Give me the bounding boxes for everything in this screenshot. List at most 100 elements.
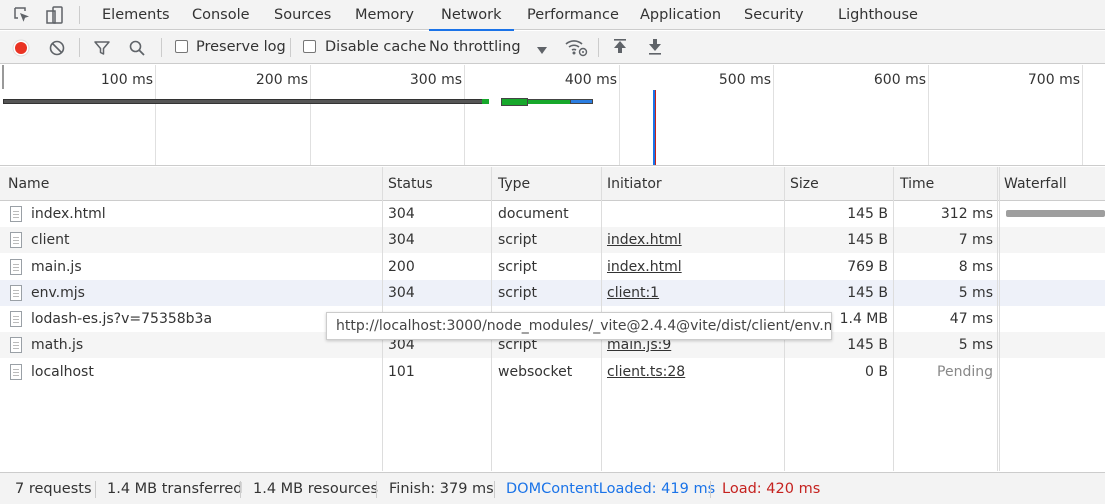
filter-icon[interactable] (93, 39, 111, 61)
preserve-log-checkbox[interactable] (175, 40, 188, 53)
transferred-size: 1.4 MB transferred (107, 481, 243, 497)
load-marker (655, 90, 656, 165)
file-icon (10, 364, 22, 380)
file-icon (10, 285, 22, 301)
request-size: 145 B (847, 206, 888, 222)
tick-label: 100 ms (100, 72, 153, 88)
table-row[interactable]: index.html 304 document 145 B 312 ms (0, 201, 1000, 227)
overview-request-bar (501, 98, 528, 106)
request-initiator[interactable]: index.html (607, 227, 682, 253)
request-name: main.js (31, 259, 82, 275)
overview-request-bar (570, 99, 593, 104)
search-icon[interactable] (128, 39, 146, 61)
file-icon (10, 337, 22, 353)
upload-icon[interactable] (612, 38, 628, 60)
waterfall-row-stripe (1000, 332, 1105, 358)
table-row[interactable]: main.js 200 script index.html 769 B 8 ms (0, 254, 1000, 280)
request-initiator[interactable]: client.ts:28 (607, 359, 685, 385)
tab-lighthouse[interactable]: Lighthouse (838, 0, 918, 30)
overview-request-bar (482, 99, 489, 104)
status-divider (95, 481, 96, 498)
request-size: 145 B (847, 285, 888, 301)
column-divider[interactable] (893, 167, 894, 471)
clear-icon[interactable] (48, 39, 66, 61)
toolbar-divider (79, 6, 80, 24)
tick-label: 600 ms (873, 72, 926, 88)
disable-cache-label[interactable]: Disable cache (325, 31, 426, 64)
request-name: localhost (31, 364, 94, 380)
tab-performance[interactable]: Performance (527, 0, 619, 30)
record-icon[interactable] (12, 39, 30, 61)
waterfall-area[interactable] (1000, 201, 1105, 471)
tab-elements[interactable]: Elements (102, 0, 170, 30)
request-count: 7 requests (15, 481, 92, 497)
request-initiator[interactable]: client:1 (607, 280, 659, 306)
grid-line (155, 65, 156, 165)
disable-cache-checkbox[interactable] (303, 40, 316, 53)
tab-sources[interactable]: Sources (274, 0, 331, 30)
request-status: 304 (388, 206, 415, 222)
tab-security[interactable]: Security (744, 0, 804, 30)
status-divider (710, 481, 711, 498)
request-type: websocket (498, 364, 573, 380)
column-header-time[interactable]: Time (900, 167, 934, 201)
request-name: index.html (31, 206, 106, 222)
waterfall-row-stripe (1000, 280, 1105, 306)
column-header-status[interactable]: Status (388, 167, 433, 201)
grid-line (928, 65, 929, 165)
network-toolbar: Preserve log Disable cache No throttling (0, 31, 1105, 64)
tab-console[interactable]: Console (192, 0, 250, 30)
file-icon (10, 311, 22, 327)
tick-label: 400 ms (564, 72, 617, 88)
device-toolbar-icon[interactable] (45, 5, 65, 25)
request-time: 8 ms (958, 259, 993, 275)
table-row[interactable]: client 304 script index.html 145 B 7 ms (0, 227, 1000, 253)
load-time: Load: 420 ms (722, 481, 821, 497)
overview-request-bar (3, 99, 488, 104)
column-header-type[interactable]: Type (498, 167, 530, 201)
grid-line (310, 65, 311, 165)
column-divider[interactable] (997, 167, 998, 471)
tab-memory[interactable]: Memory (355, 0, 414, 30)
column-header-name[interactable]: Name (8, 167, 49, 201)
file-icon (10, 206, 22, 222)
column-header-initiator[interactable]: Initiator (607, 167, 662, 201)
network-overview[interactable]: 100 ms 200 ms 300 ms 400 ms 500 ms 600 m… (0, 65, 1105, 166)
dropdown-arrow-icon[interactable] (537, 43, 547, 59)
request-time: 5 ms (958, 337, 993, 353)
request-initiator[interactable]: index.html (607, 254, 682, 280)
network-conditions-icon[interactable] (564, 37, 588, 61)
tab-network[interactable]: Network (429, 0, 514, 31)
grid-line (773, 65, 774, 165)
status-divider (494, 481, 495, 498)
request-status: 101 (388, 364, 415, 380)
request-time: 312 ms (940, 206, 993, 222)
toolbar-divider (161, 38, 162, 57)
request-size: 769 B (847, 259, 888, 275)
status-divider (240, 481, 241, 498)
tab-application[interactable]: Application (640, 0, 721, 30)
tick-label: 700 ms (1027, 72, 1080, 88)
preserve-log-label[interactable]: Preserve log (196, 31, 286, 64)
table-row[interactable]: env.mjs 304 script client:1 145 B 5 ms (0, 280, 1000, 306)
column-header-size[interactable]: Size (790, 167, 819, 201)
request-time: 7 ms (958, 232, 993, 248)
grid-line (1082, 65, 1083, 165)
request-time: 5 ms (958, 285, 993, 301)
devtools-tabbar: Elements Console Sources Memory Network … (0, 0, 1105, 31)
tick-label: 500 ms (718, 72, 771, 88)
column-header-waterfall[interactable]: Waterfall (1004, 167, 1067, 201)
toolbar-divider (290, 38, 291, 57)
grid-line (619, 65, 620, 165)
waterfall-bar (1006, 210, 1105, 217)
download-icon[interactable] (647, 38, 663, 60)
throttling-select[interactable]: No throttling (429, 31, 521, 64)
request-size: 0 B (865, 364, 888, 380)
status-bar: 7 requests 1.4 MB transferred 1.4 MB res… (0, 472, 1105, 504)
overview-start-marker (2, 65, 4, 89)
table-row[interactable]: localhost 101 websocket client.ts:28 0 B… (0, 359, 1000, 385)
request-table: Name Status Type Initiator Size Time Wat… (0, 167, 1105, 471)
table-header: Name Status Type Initiator Size Time Wat… (0, 167, 1105, 201)
request-name: math.js (31, 337, 84, 353)
select-element-icon[interactable] (12, 5, 32, 25)
